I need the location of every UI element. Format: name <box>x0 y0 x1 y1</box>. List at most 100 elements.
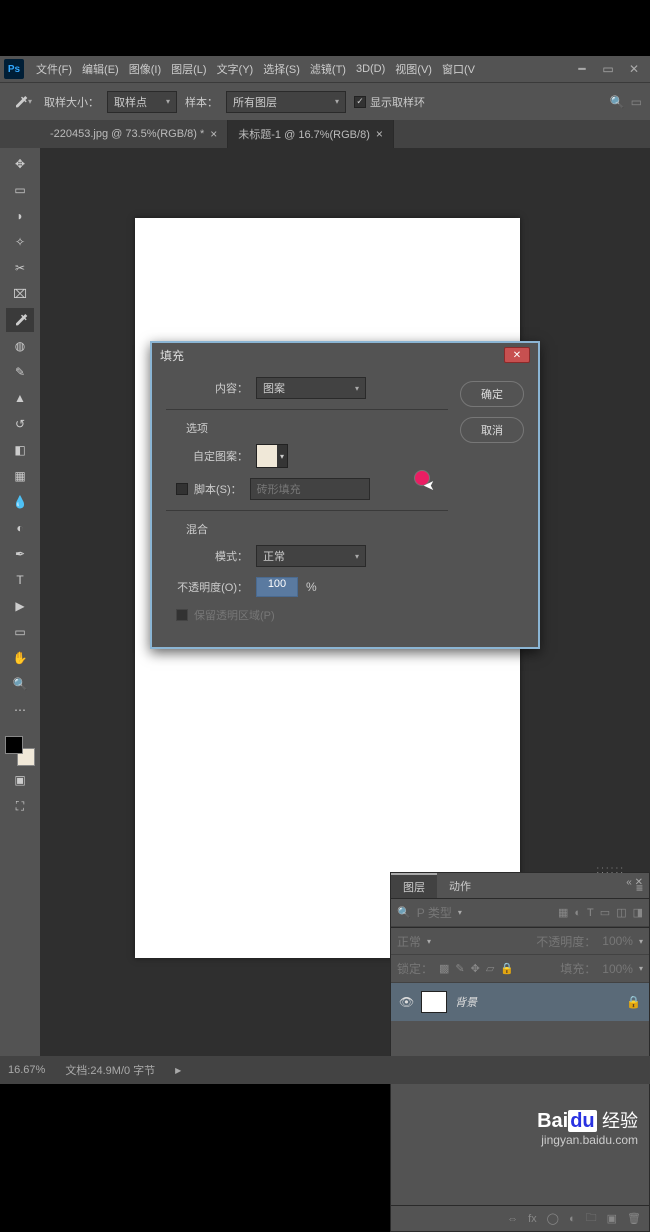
opacity-input[interactable]: 100 <box>256 577 298 597</box>
eraser-tool[interactable]: ◧ <box>6 438 34 462</box>
pattern-picker[interactable]: ▾ <box>256 444 288 468</box>
chevron-right-icon[interactable]: ▶ <box>175 1066 181 1075</box>
delete-layer-icon[interactable]: 🗑 <box>627 1212 641 1225</box>
menu-type[interactable]: 文字(Y) <box>213 57 258 81</box>
blur-tool[interactable]: 💧 <box>6 490 34 514</box>
menu-view[interactable]: 视图(V) <box>391 57 436 81</box>
layer-thumbnail[interactable] <box>421 991 447 1013</box>
clone-stamp-tool[interactable]: ▲ <box>6 386 34 410</box>
menu-layer[interactable]: 图层(L) <box>167 57 210 81</box>
toolbox: ✥ ▭ ◗ ✧ ✂ ⌧ ◍ ✎ ▲ ↺ ◧ ▦ 💧 ◐ ✒ T ▶ ▭ ✋ 🔍 … <box>0 148 40 1056</box>
lock-artboard-icon[interactable]: ▱ <box>486 962 494 975</box>
doc-info[interactable]: 文档:24.9M/0 字节 <box>65 1062 155 1078</box>
layer-row-background[interactable]: 👁 背景 🔒 <box>391 983 649 1021</box>
menu-file[interactable]: 文件(F) <box>32 57 76 81</box>
menu-select[interactable]: 选择(S) <box>259 57 304 81</box>
layer-style-icon[interactable]: fx <box>528 1213 537 1225</box>
close-tab-icon[interactable]: × <box>376 127 383 141</box>
panel-toggle-icon[interactable]: ▭ <box>631 95 642 109</box>
foreground-color-swatch[interactable] <box>5 736 23 754</box>
sample-size-select[interactable]: 取样点▾ <box>107 91 177 113</box>
lock-label: 锁定： <box>397 960 433 977</box>
close-window-button[interactable]: ✕ <box>622 60 646 78</box>
watermark-url: jingyan.baidu.com <box>537 1133 638 1147</box>
magic-wand-tool[interactable]: ✧ <box>6 230 34 254</box>
layer-name[interactable]: 背景 <box>455 994 618 1010</box>
menu-image[interactable]: 图像(I) <box>125 57 165 81</box>
eyedropper-tool[interactable] <box>6 308 34 332</box>
history-brush-tool[interactable]: ↺ <box>6 412 34 436</box>
workspace: 填充 ✕ 内容： 图案▾ 选项 自定图案： <box>40 148 650 1056</box>
screen-mode-tool[interactable]: ⛶ <box>6 794 34 818</box>
menu-window[interactable]: 窗口(V <box>438 57 479 81</box>
dodge-tool[interactable]: ◐ <box>6 516 34 540</box>
sample-layer-select[interactable]: 所有图层▾ <box>226 91 346 113</box>
eyedropper-tool-preset[interactable]: ▾ <box>8 90 36 114</box>
adjustment-layer-icon[interactable]: ◐ <box>569 1213 576 1225</box>
edit-toolbar[interactable]: ⋯ <box>6 698 34 722</box>
brush-tool[interactable]: ✎ <box>6 360 34 384</box>
search-icon[interactable]: 🔍 <box>610 95 625 109</box>
menu-3d[interactable]: 3D(D) <box>352 59 389 79</box>
layer-mask-icon[interactable]: ◯ <box>547 1212 559 1225</box>
zoom-tool[interactable]: 🔍 <box>6 672 34 696</box>
filter-smart-icon[interactable]: ◫ <box>616 906 626 919</box>
quick-mask-tool[interactable]: ▣ <box>6 768 34 792</box>
group-icon[interactable]: 🗀 <box>586 1209 597 1228</box>
show-ring-label: 显示取样环 <box>370 94 425 110</box>
close-tab-icon[interactable]: × <box>210 127 217 141</box>
actions-tab[interactable]: 动作 <box>437 873 483 898</box>
script-checkbox[interactable] <box>176 483 188 495</box>
chevron-down-icon: ▾ <box>277 445 287 467</box>
cancel-button[interactable]: 取消 <box>460 417 524 443</box>
lock-position-icon[interactable]: ✥ <box>471 962 480 975</box>
layer-opacity-value[interactable]: 100% <box>602 934 633 948</box>
document-tab-2[interactable]: 未标题-1 @ 16.7%(RGB/8) × <box>228 120 394 148</box>
filter-shape-icon[interactable]: ▭ <box>600 906 610 919</box>
type-tool[interactable]: T <box>6 568 34 592</box>
options-section-label: 选项 <box>166 420 448 436</box>
minimize-button[interactable]: ━ <box>570 60 594 78</box>
hand-tool[interactable]: ✋ <box>6 646 34 670</box>
frame-tool[interactable]: ⌧ <box>6 282 34 306</box>
healing-brush-tool[interactable]: ◍ <box>6 334 34 358</box>
panel-menu-icon[interactable]: ≡ <box>636 881 643 895</box>
mode-select[interactable]: 正常▾ <box>256 545 366 567</box>
fill-value[interactable]: 100% <box>602 962 633 976</box>
zoom-level[interactable]: 16.67% <box>8 1064 45 1076</box>
lock-transparent-icon[interactable]: ▩ <box>439 962 449 975</box>
document-tab-1[interactable]: -220453.jpg @ 73.5%(RGB/8) * × <box>40 120 228 148</box>
layers-tab[interactable]: 图层 <box>391 873 437 898</box>
ok-button[interactable]: 确定 <box>460 381 524 407</box>
color-swatches[interactable] <box>5 736 35 766</box>
link-layers-icon[interactable]: ⇔ <box>507 1213 518 1225</box>
crop-tool[interactable]: ✂ <box>6 256 34 280</box>
pen-tool[interactable]: ✒ <box>6 542 34 566</box>
filter-adjust-icon[interactable]: ◐ <box>574 907 581 919</box>
lock-image-icon[interactable]: ✎ <box>455 962 464 975</box>
new-layer-icon[interactable]: ▣ <box>607 1212 617 1225</box>
move-tool[interactable]: ✥ <box>6 152 34 176</box>
maximize-button[interactable]: ▭ <box>596 60 620 78</box>
menu-filter[interactable]: 滤镜(T) <box>306 57 350 81</box>
search-icon[interactable]: 🔍 <box>397 906 411 919</box>
filter-pixel-icon[interactable]: ▦ <box>558 906 568 919</box>
path-select-tool[interactable]: ▶ <box>6 594 34 618</box>
content-select[interactable]: 图案▾ <box>256 377 366 399</box>
lock-all-icon[interactable]: 🔒 <box>500 962 514 975</box>
lock-icon[interactable]: 🔒 <box>626 995 641 1009</box>
filter-toggle-icon[interactable]: ◨ <box>633 906 643 919</box>
filter-kind-label[interactable]: P 类型 <box>417 904 452 921</box>
filter-type-icon[interactable]: T <box>587 907 594 919</box>
shape-tool[interactable]: ▭ <box>6 620 34 644</box>
dialog-close-button[interactable]: ✕ <box>504 347 530 363</box>
baidu-logo-text: Baidu <box>537 1110 597 1132</box>
visibility-icon[interactable]: 👁 <box>399 995 413 1009</box>
lasso-tool[interactable]: ◗ <box>6 204 34 228</box>
blend-section-label: 混合 <box>166 521 448 537</box>
marquee-tool[interactable]: ▭ <box>6 178 34 202</box>
menu-edit[interactable]: 编辑(E) <box>78 57 123 81</box>
gradient-tool[interactable]: ▦ <box>6 464 34 488</box>
show-ring-checkbox[interactable]: ✓ <box>354 96 366 108</box>
blend-mode-select[interactable]: 正常 <box>397 933 421 950</box>
